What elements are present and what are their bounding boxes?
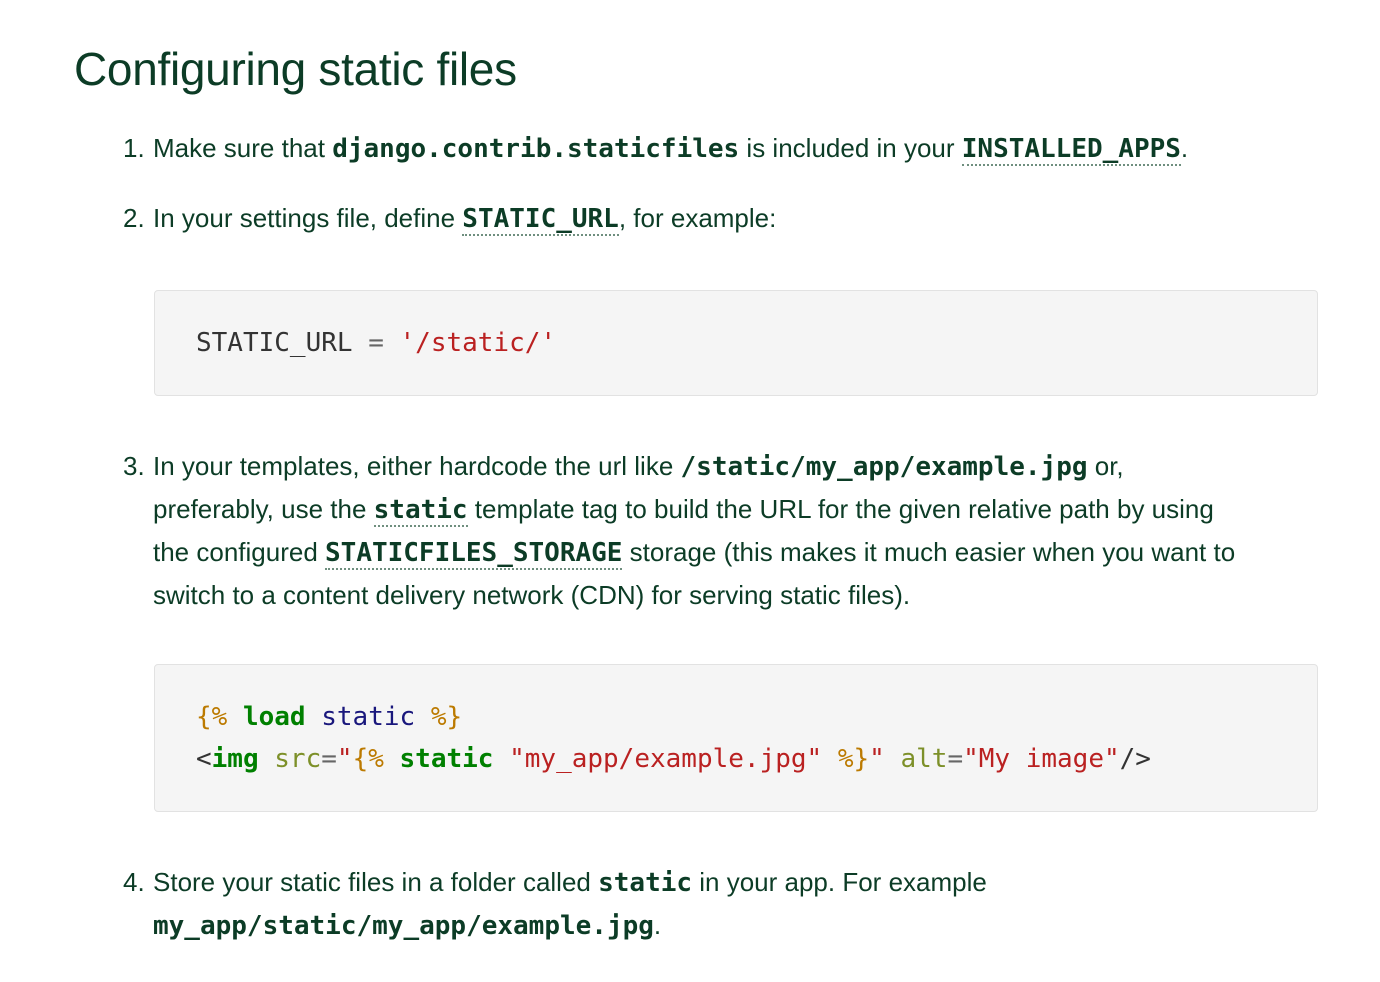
staticfiles-storage-link[interactable]: STATICFILES_STORAGE [325,538,623,570]
step-text: . [1180,133,1189,163]
code-line: <img src="{% static "my_app/example.jpg"… [196,738,1317,780]
list-item: 1. Make sure that django.contrib.staticf… [123,127,1323,170]
step-number: 2. [123,203,145,233]
code-token: "My image" [963,744,1120,774]
step-text: preferably, use the [153,494,374,524]
code-token: %} [430,702,463,732]
installed-apps-link[interactable]: INSTALLED_APPS [961,134,1181,166]
step-line: preferably, use the static template tag … [153,488,1323,531]
code-token: static [321,702,416,732]
list-item: 4. Store your static files in a folder c… [123,861,1323,947]
static-url-link[interactable]: STATIC_URL [462,204,619,236]
inline-code: /static/my_app/example.jpg [680,452,1088,482]
code-token: STATIC_URL [196,328,353,358]
step-number: 1. [123,133,145,163]
code-line: {% load static %} [196,696,1317,738]
inline-code: django.contrib.staticfiles [332,134,740,164]
code-token: " [336,744,353,774]
step-number: 3. [123,451,145,481]
step-text: template tag to build the URL for the gi… [467,494,1214,524]
code-token: '/static/' [399,328,557,358]
code-token: " [869,744,885,774]
step-text: in your app. For example [692,867,987,897]
code-token: < [196,744,212,774]
step-number: 4. [123,867,145,897]
step-text: or, [1087,451,1124,481]
step-line: my_app/static/my_app/example.jpg. [153,904,1323,947]
code-token: = [947,744,964,774]
code-token: "my_app/example.jpg" [509,744,823,774]
step-text: Make sure that [153,133,333,163]
code-token: {% [196,702,228,732]
code-token: alt [900,744,948,774]
document-page: Configuring static files 1. Make sure th… [0,0,1380,982]
code-token: {% [352,744,384,774]
static-tag-link[interactable]: static [373,495,468,527]
step-text: is included in your [739,133,962,163]
inline-code: static [598,868,693,898]
step-text: Store your static files in a folder call… [153,867,599,897]
code-token: %} [837,744,870,774]
step-text: In your settings file, define [153,203,463,233]
step-line: In your templates, either hardcode the u… [153,445,1323,488]
template-code-block: {% load static %} <img src="{% static "my… [154,664,1318,812]
step-text: . [653,910,662,940]
code-token: img [211,744,259,774]
step-line: switch to a content delivery network (CD… [153,574,1323,616]
step-text: switch to a content delivery network (CD… [153,580,911,610]
code-token: static [399,744,494,774]
step-line: Store your static files in a folder call… [153,861,1323,904]
code-token: = [321,744,337,774]
settings-code-block: STATIC_URL = '/static/' [154,290,1318,396]
step-line: the configured STATICFILES_STORAGE stora… [153,531,1323,574]
inline-code: my_app/static/my_app/example.jpg [153,911,654,941]
step-text: , for example: [618,203,777,233]
code-token: load [242,702,306,732]
page-title: Configuring static files [74,43,517,95]
step-text: In your templates, either hardcode the u… [153,451,681,481]
code-token: = [368,328,384,358]
code-token: /> [1119,744,1151,774]
step-text: storage (this makes it much easier when … [622,537,1236,567]
code-token: src [274,744,322,774]
step-text: the configured [153,537,326,567]
list-item: 2. In your settings file, define STATIC_… [123,197,1323,240]
list-item: 3. In your templates, either hardcode th… [123,445,1323,616]
